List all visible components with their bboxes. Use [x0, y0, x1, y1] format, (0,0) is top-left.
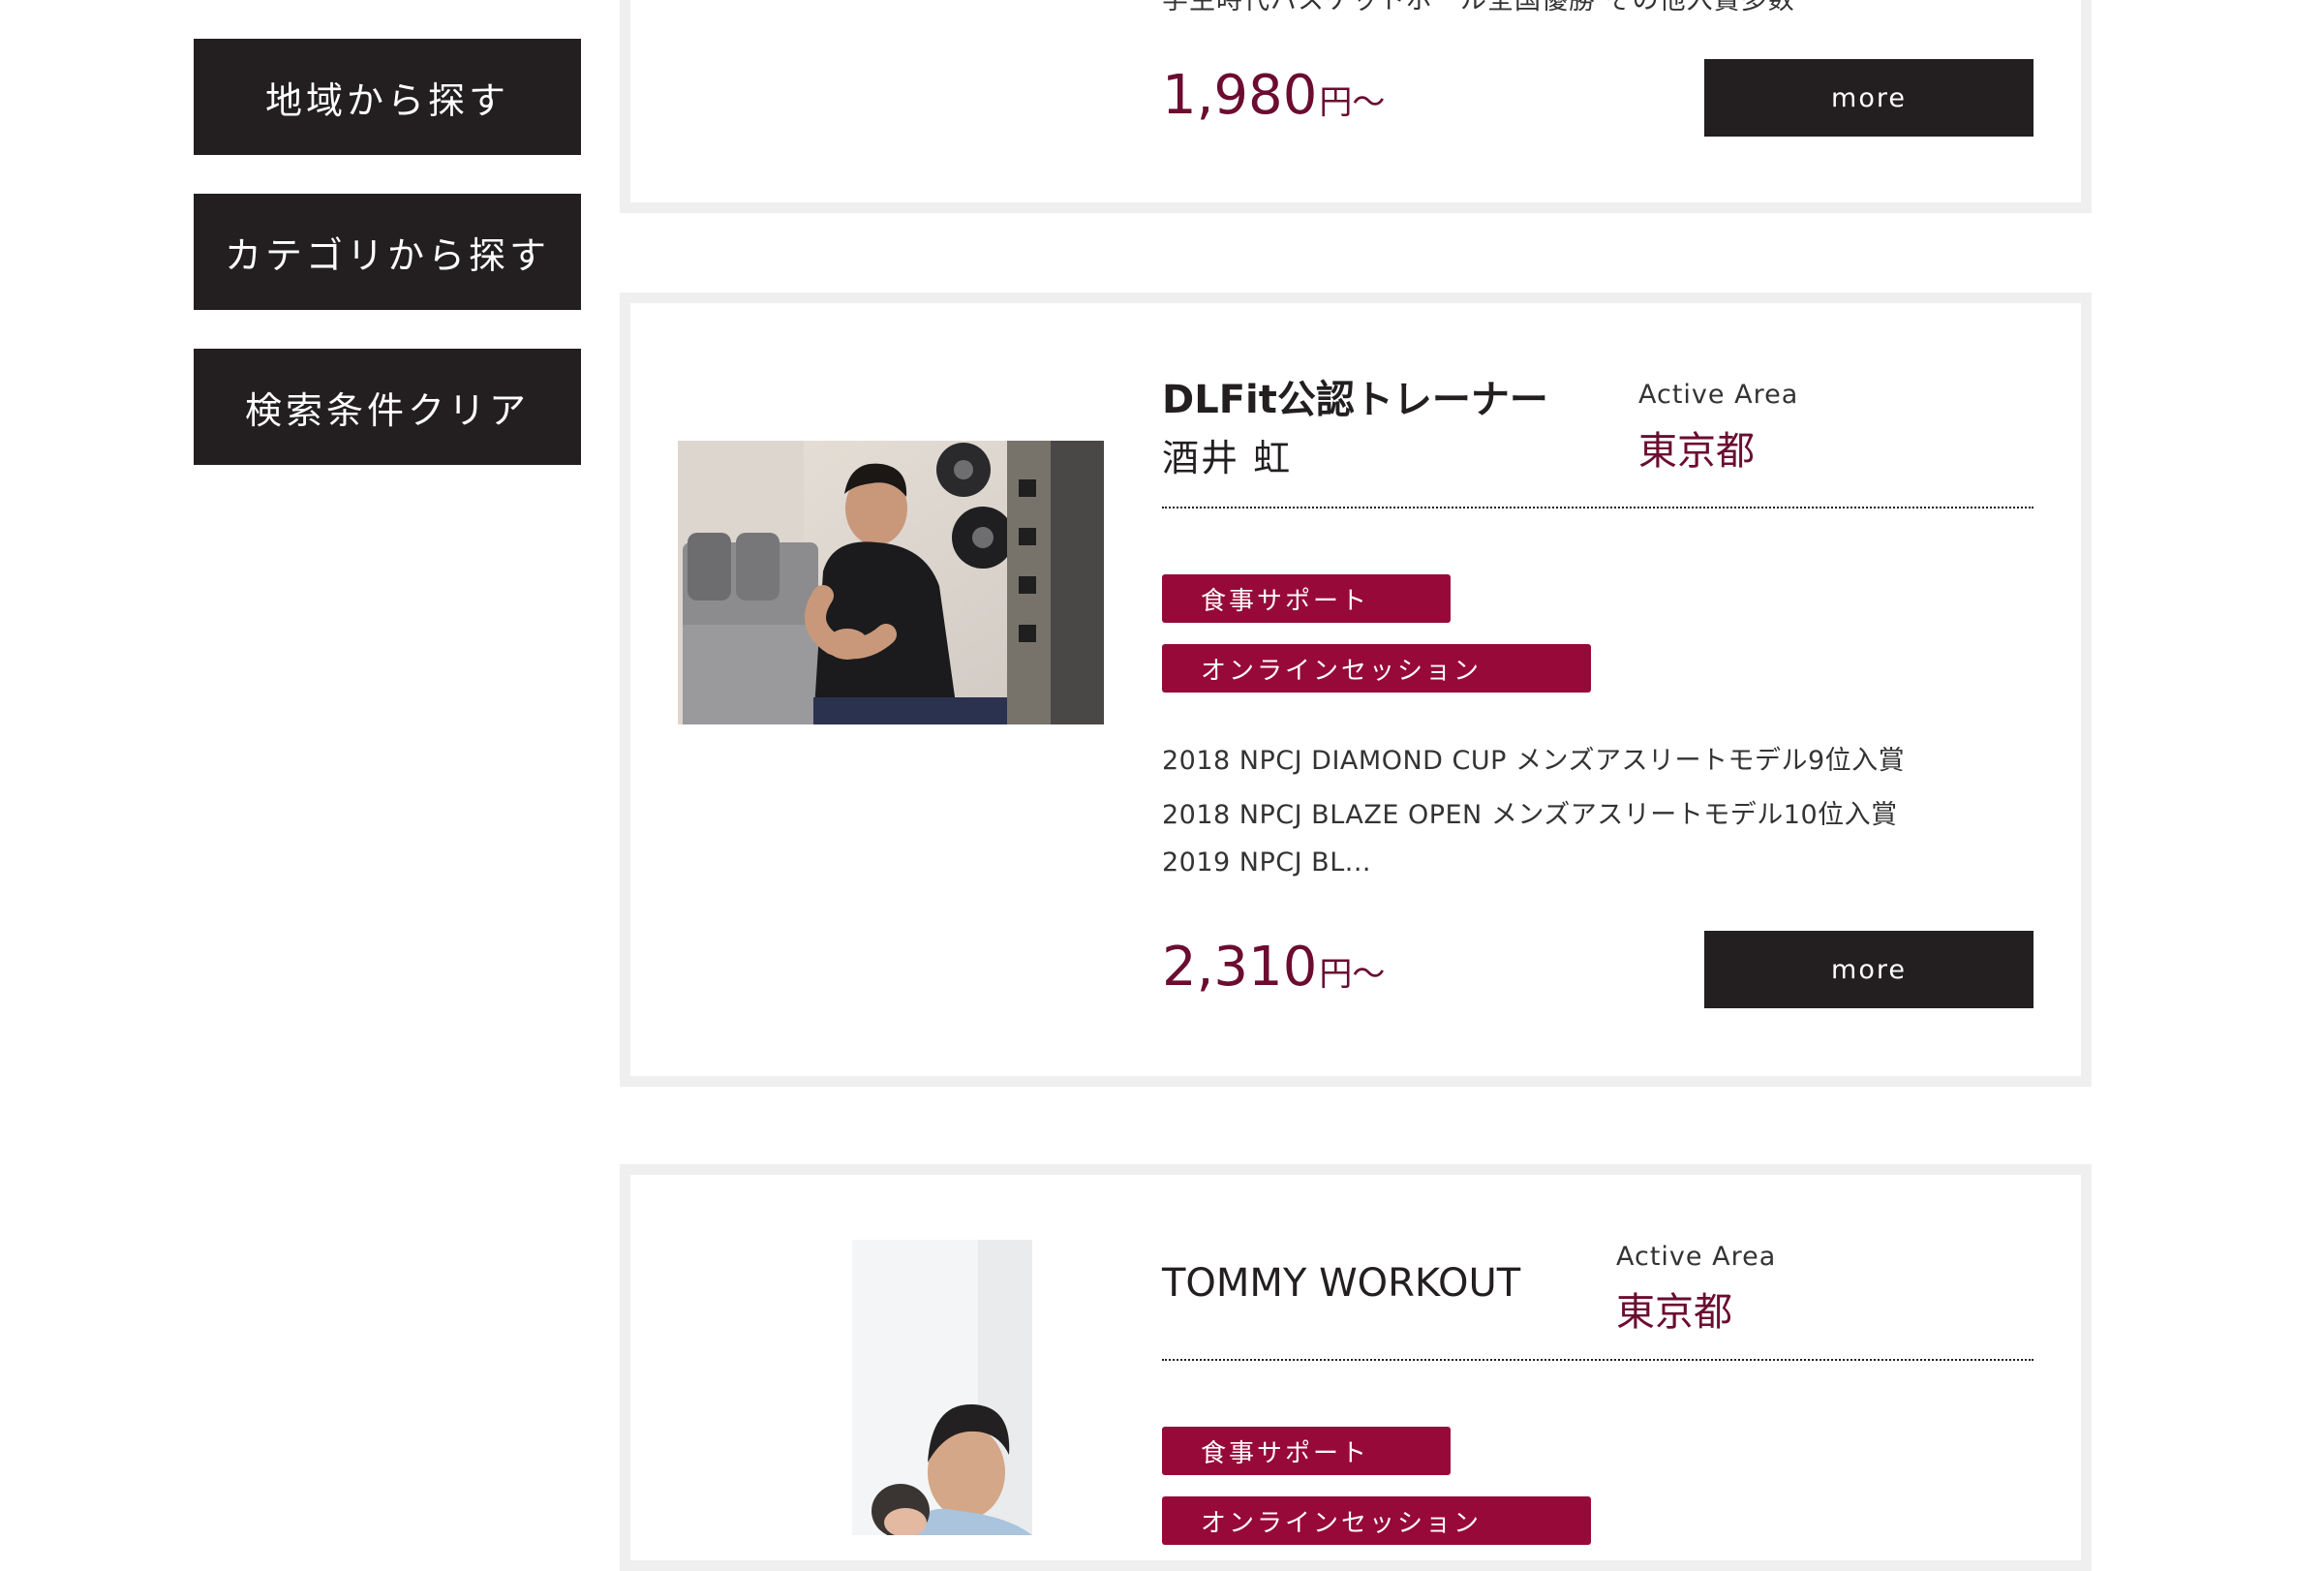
price-unit: 円〜	[1319, 83, 1386, 122]
price-unit: 円〜	[1319, 955, 1386, 994]
divider	[1162, 1359, 2034, 1361]
more-button[interactable]: more	[1704, 931, 2034, 1008]
card-title: TOMMY WORKOUT	[1162, 1261, 1521, 1306]
search-by-category-button[interactable]: カテゴリから探す	[194, 194, 581, 310]
active-area-label: Active Area	[1616, 1242, 1777, 1272]
trainer-photo[interactable]	[678, 441, 1104, 724]
trainer-photo[interactable]	[852, 1240, 1032, 1535]
search-by-region-button[interactable]: 地域から探す	[194, 39, 581, 155]
card-description-line: 2019 NPCJ BL...	[1162, 847, 1371, 878]
clear-search-button[interactable]: 検索条件クリア	[194, 349, 581, 465]
trainer-photo-image	[852, 1240, 1032, 1535]
divider	[1162, 507, 2034, 508]
price-value: 1,980	[1162, 64, 1318, 127]
more-button[interactable]: more	[1704, 59, 2034, 137]
active-area-value: 東京都	[1616, 1290, 1732, 1335]
tag-online-session: オンラインセッション	[1162, 1496, 1591, 1545]
card-title: DLFit公認トレーナー	[1162, 378, 1548, 422]
active-area-label: Active Area	[1638, 380, 1799, 410]
trainer-photo-image	[678, 441, 1104, 724]
tag-meal-support: 食事サポート	[1162, 1427, 1451, 1475]
card-description: 学生時代バスケットボール全国優勝 その他入賞多数	[1162, 0, 1795, 15]
card-description-line: 2018 NPCJ BLAZE OPEN メンズアスリートモデル10位入賞	[1162, 800, 1898, 830]
price-value: 2,310	[1162, 936, 1318, 999]
active-area-value: 東京都	[1638, 429, 1755, 474]
card-price: 2,310円〜	[1162, 936, 1385, 999]
tag-online-session: オンラインセッション	[1162, 644, 1591, 693]
card-description-line: 2018 NPCJ DIAMOND CUP メンズアスリートモデル9位入賞	[1162, 746, 1906, 776]
trainer-name: 酒井 虹	[1162, 437, 1293, 479]
tag-meal-support: 食事サポート	[1162, 574, 1451, 623]
card-price: 1,980円〜	[1162, 64, 1385, 127]
